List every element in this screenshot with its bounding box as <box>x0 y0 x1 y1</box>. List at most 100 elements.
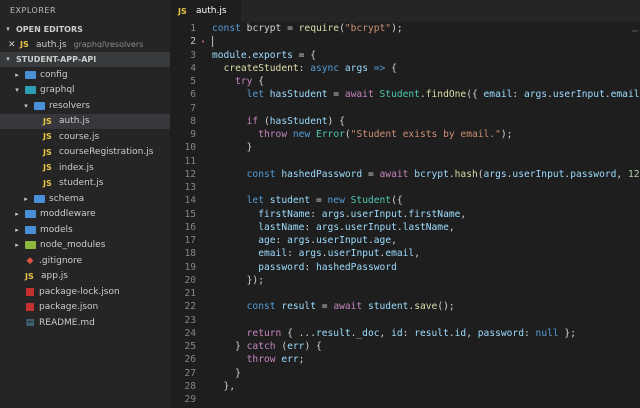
js-file-icon: JS <box>43 116 52 126</box>
tree-folder[interactable]: ▾ resolvers <box>0 98 170 114</box>
code-token: userInput <box>512 168 565 180</box>
gutter[interactable] <box>196 62 212 75</box>
gutter[interactable] <box>196 353 212 366</box>
tree-folder[interactable]: ▸ models <box>0 222 170 238</box>
tree-file[interactable]: package-lock.json <box>0 284 170 300</box>
tree-folder[interactable]: ▸ schema <box>0 191 170 207</box>
code-text: email: args.userInput.email, <box>212 247 420 260</box>
gutter[interactable] <box>196 194 212 207</box>
project-header[interactable]: ▾ STUDENT-APP-API <box>0 52 170 67</box>
gutter[interactable] <box>196 115 212 128</box>
gutter[interactable] <box>196 234 212 247</box>
gutter[interactable] <box>196 287 212 300</box>
tree-folder[interactable]: ▸ config <box>0 67 170 83</box>
open-editors-header[interactable]: ▾ OPEN EDITORS <box>0 22 170 37</box>
tree-file[interactable]: ◆ .gitignore <box>0 253 170 269</box>
chevron-right-icon: ▸ <box>15 210 19 219</box>
tree-folder[interactable]: ▸ moddleware <box>0 207 170 223</box>
gutter[interactable] <box>196 141 212 154</box>
code-token: if <box>246 115 259 127</box>
gutter[interactable] <box>196 380 212 393</box>
gutter[interactable] <box>196 261 212 274</box>
code-line: 18 email: args.userInput.email, <box>170 247 640 260</box>
tree-file[interactable]: JS app.js <box>0 269 170 285</box>
code-token: student <box>269 195 311 207</box>
code-token: userInput <box>350 208 403 220</box>
gutter[interactable] <box>196 181 212 194</box>
folder-icon <box>34 194 45 203</box>
js-file-icon: JS <box>25 271 34 281</box>
open-editor-item[interactable]: ✕ JS auth.js graphql\resolvers <box>0 37 170 52</box>
code-text: } <box>212 141 253 154</box>
folder-icon <box>25 210 36 219</box>
gutter[interactable] <box>196 102 212 115</box>
gutter[interactable] <box>196 367 212 380</box>
open-editor-filename: auth.js <box>36 39 67 50</box>
tree-file[interactable]: ▤ README.md <box>0 315 170 331</box>
line-number: 6 <box>190 89 196 101</box>
code-token: password <box>477 327 524 339</box>
code-token: let <box>246 195 264 207</box>
project-label: STUDENT-APP-API <box>16 55 97 64</box>
gutter[interactable] <box>196 221 212 234</box>
code-line: 6 let hasStudent = await Student.findOne… <box>170 88 640 101</box>
tree-folder[interactable]: ▾ graphql <box>0 83 170 99</box>
code-text: } <box>212 367 241 380</box>
tree-file[interactable]: JS courseRegistration.js <box>0 145 170 161</box>
code-token: args <box>483 168 507 180</box>
line-number: 14 <box>184 195 196 207</box>
line-number: 10 <box>184 142 196 154</box>
code-token: , <box>466 327 478 339</box>
code-token: (); <box>437 301 455 313</box>
tree-folder[interactable]: ▸ node_modules <box>0 238 170 254</box>
tree-file[interactable]: JS course.js <box>0 129 170 145</box>
gutter[interactable] <box>196 274 212 287</box>
code-token: lastName <box>258 221 305 233</box>
line-number: 7 <box>190 102 196 114</box>
chevron-down-icon: ▾ <box>24 101 28 110</box>
code-token: err <box>281 354 299 366</box>
gutter[interactable] <box>196 300 212 313</box>
code-editor[interactable]: 1 const bcrypt = require("bcrypt"); 2 • 3 mod… <box>170 22 640 408</box>
gutter[interactable] <box>196 168 212 181</box>
tree-file[interactable]: JS student.js <box>0 176 170 192</box>
gutter[interactable] <box>196 22 212 35</box>
code-token: email <box>385 248 415 260</box>
code-token: result <box>414 327 449 339</box>
code-token: email <box>258 248 288 260</box>
code-token: args <box>321 208 345 220</box>
code-token: hasStudent <box>269 115 328 127</box>
gutter[interactable] <box>196 340 212 353</box>
code-token: createStudent <box>223 62 299 74</box>
gutter[interactable] <box>196 247 212 260</box>
explorer-sidebar: EXPLORER ▾ OPEN EDITORS ✕ JS auth.js gra… <box>0 0 170 408</box>
code-token: = <box>315 301 334 313</box>
code-token: throw <box>258 129 288 140</box>
gutter[interactable] <box>196 75 212 88</box>
code-token: = { <box>292 49 316 61</box>
gutter[interactable] <box>196 128 212 141</box>
tree-file[interactable]: JS index.js <box>0 160 170 176</box>
code-token: Student <box>350 195 392 207</box>
gutter[interactable] <box>196 49 212 62</box>
code-line: 23 <box>170 314 640 327</box>
tab-auth-js[interactable]: JS auth.js <box>170 0 241 22</box>
code-token: const <box>246 301 276 313</box>
code-token: = <box>327 89 345 101</box>
code-token: args <box>298 248 322 260</box>
gutter[interactable] <box>196 208 212 221</box>
js-file-icon: JS <box>43 132 52 142</box>
vertical-scrollbar[interactable] <box>628 22 640 408</box>
close-icon[interactable]: ✕ <box>8 40 16 50</box>
gutter[interactable] <box>196 155 212 168</box>
gutter[interactable] <box>196 393 212 406</box>
gutter[interactable]: • <box>196 35 212 48</box>
tree-file[interactable]: package.json <box>0 300 170 316</box>
gutter[interactable] <box>196 88 212 101</box>
vscode-window: EXPLORER ▾ OPEN EDITORS ✕ JS auth.js gra… <box>0 0 640 408</box>
gutter[interactable] <box>196 314 212 327</box>
tree-file[interactable]: JS auth.js <box>0 113 170 129</box>
code-line: 29 <box>170 393 640 406</box>
gutter[interactable] <box>196 327 212 340</box>
